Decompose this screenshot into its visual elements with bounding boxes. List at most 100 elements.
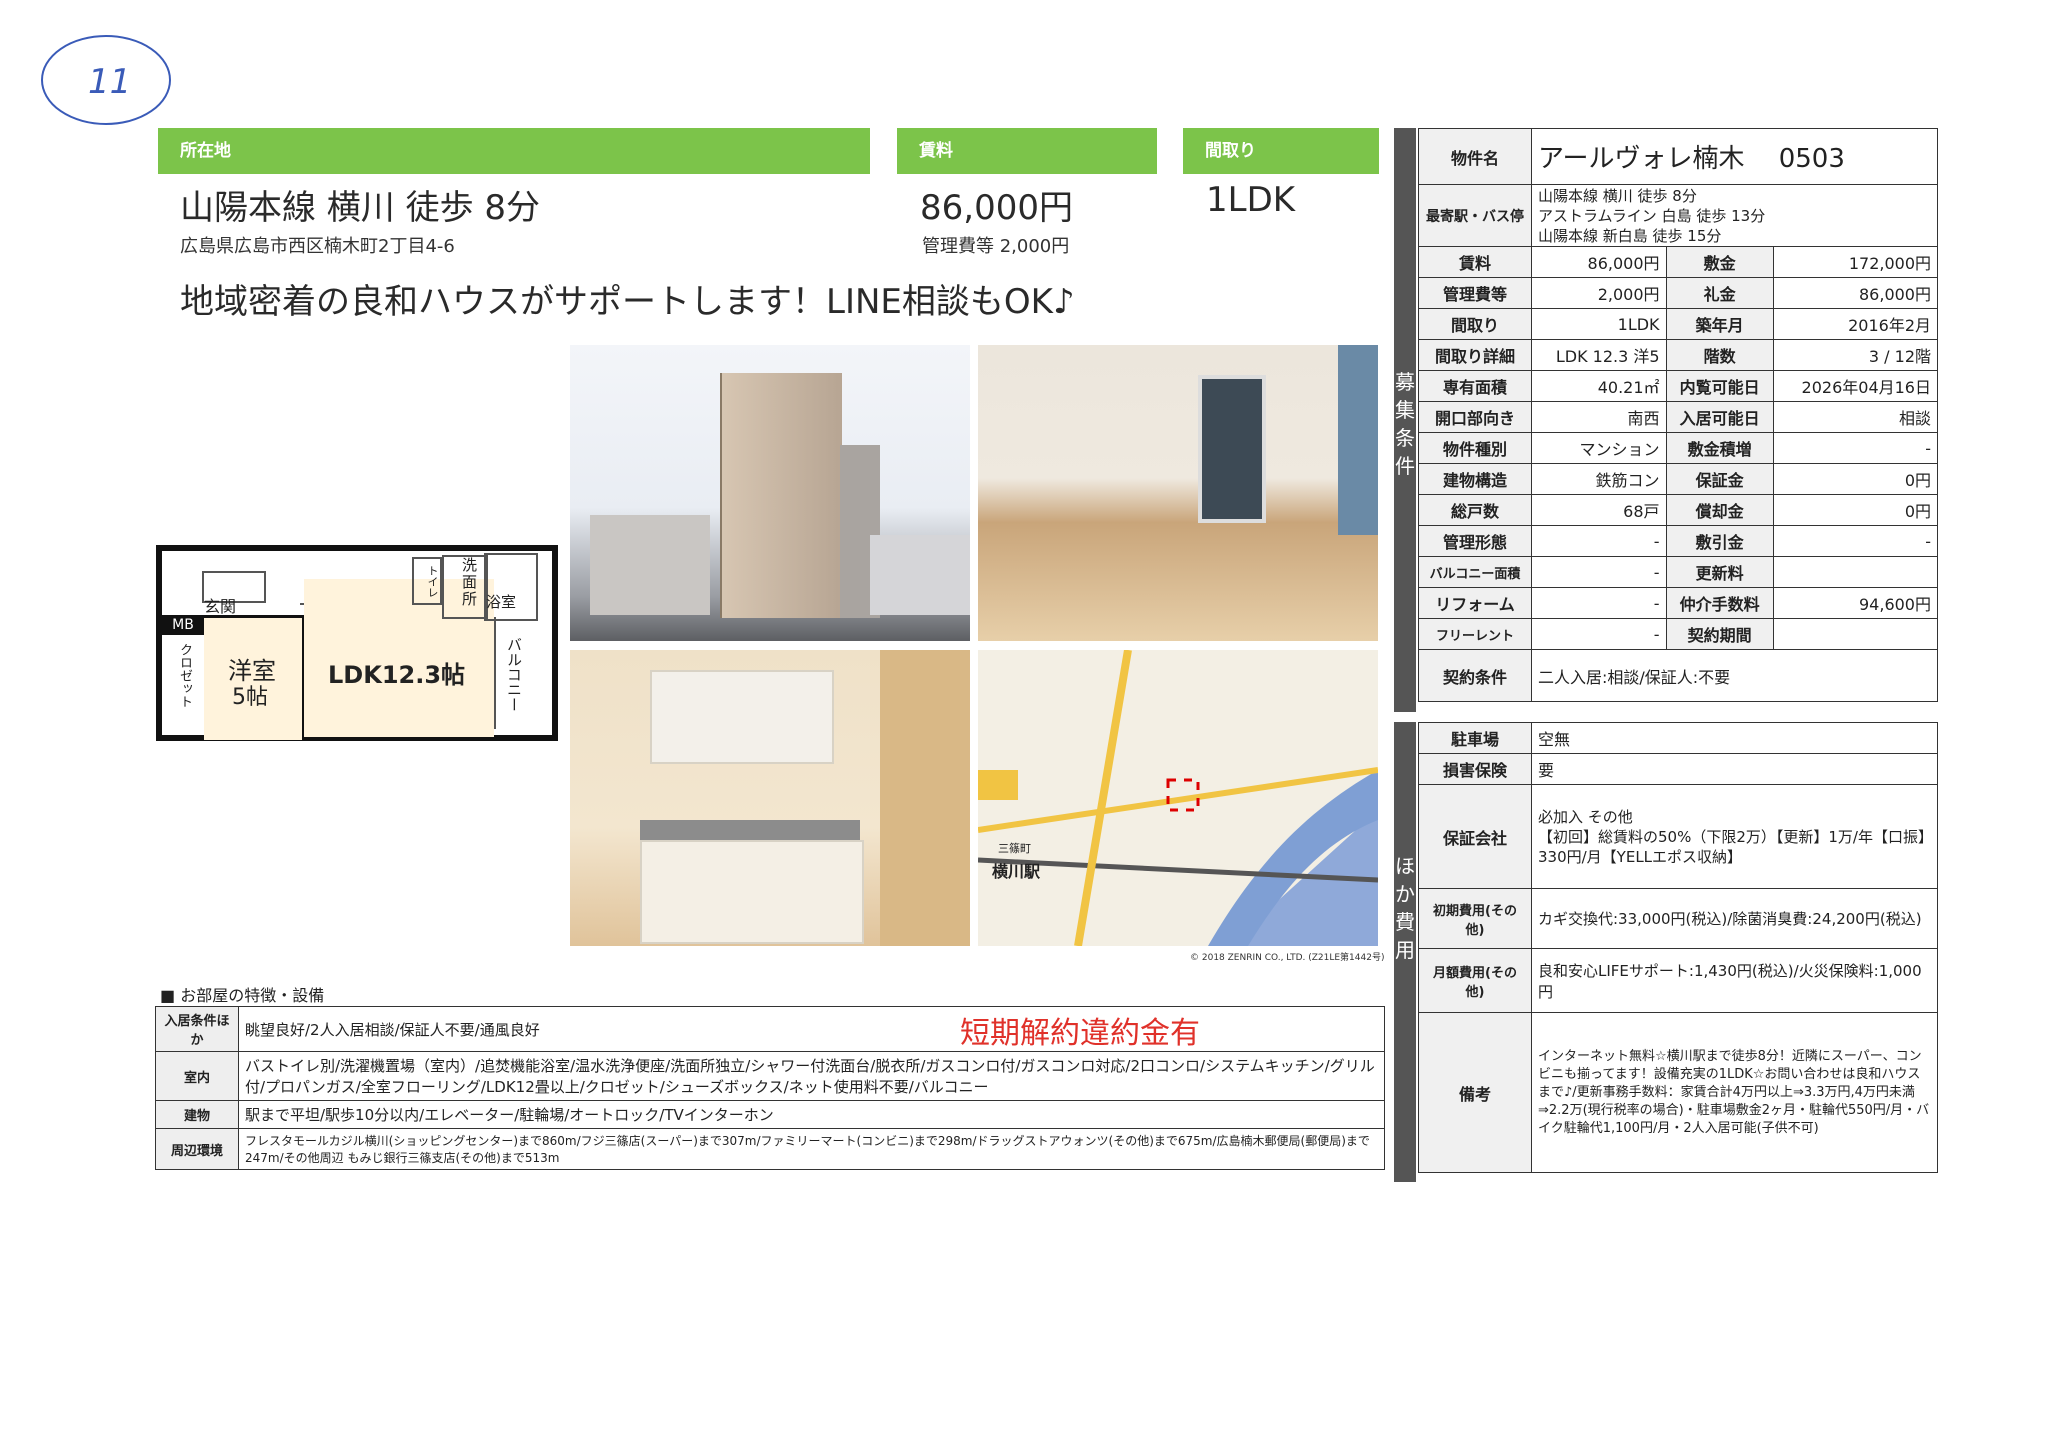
spec-value: 鉄筋コン [1531, 463, 1667, 495]
spec-label: バルコニー面積 [1418, 556, 1532, 588]
spec-value: - [1531, 525, 1667, 557]
spec-label: 階数 [1665, 339, 1774, 371]
spec-value: - [1531, 587, 1667, 619]
spec-row: 開口部向き 南西 入居可能日 相談 [1418, 401, 1939, 433]
spec-value [1772, 618, 1939, 650]
spec-label: 入居可能日 [1665, 401, 1774, 433]
sidebar-recruit: 募集条件 [1394, 128, 1416, 712]
room-photo [978, 345, 1378, 641]
window-shape [1198, 375, 1266, 523]
wash-label: 洗面所 [462, 556, 478, 608]
spec-row: 間取り 1LDK 築年月 2016年2月 [1418, 308, 1939, 340]
feature-label: 建物 [155, 1100, 239, 1129]
spec-row: バルコニー面積 - 更新料 [1418, 556, 1939, 588]
counter-top [640, 820, 860, 840]
spec-value: 2016年2月 [1772, 308, 1939, 340]
spec-label: リフォーム [1418, 587, 1532, 619]
spec-label: 専有面積 [1418, 370, 1532, 402]
building-photo [570, 345, 970, 641]
management-fee: 管理費等 2,000円 [922, 236, 1070, 257]
feature-row: 建物 駅まで平坦/駅歩10分以内/エレベーター/駐輪場/オートロック/TVインター… [155, 1100, 1385, 1129]
monthly-cost-label: 月額費用(その他) [1418, 948, 1532, 1013]
spec-value: 2026年04月16日 [1772, 370, 1939, 402]
kitchen-photo [570, 650, 970, 946]
spec-row: 管理形態 - 敷引金 - [1418, 525, 1939, 557]
spec-value: 南西 [1531, 401, 1667, 433]
door-shape [880, 650, 970, 946]
spec-label: 間取り [1418, 308, 1532, 340]
map-copyright: © 2018 ZENRIN CO., LTD. (Z21LE第1442号) [1190, 953, 1385, 963]
area-map: 横川駅 三篠町 [978, 650, 1378, 946]
building-shape [720, 373, 842, 618]
initial-cost-value: カギ交換代:33,000円(税込)/除菌消臭費:24,200円(税込) [1531, 888, 1938, 949]
spec-label: 内覧可能日 [1665, 370, 1774, 402]
spec-value: 2,000円 [1531, 277, 1667, 309]
layout-value: 1LDK [1206, 180, 1296, 220]
spec-value: 3 / 12階 [1772, 339, 1939, 371]
room2-label: LDK12.3帖 [328, 661, 466, 689]
remarks-value: インターネット無料☆横川駅まで徒歩8分！近隣にスーパー、コンビニも揃ってます！設… [1531, 1012, 1938, 1173]
sidebar-other: ほか費用 [1394, 722, 1416, 1182]
rent-label: 賃料 [897, 128, 1157, 174]
spec-label: 物件種別 [1418, 432, 1532, 464]
rent-value: 86,000円 [920, 188, 1073, 228]
feature-value: 駅まで平坦/駅歩10分以内/エレベーター/駐輪場/オートロック/TVインターホン [238, 1100, 1385, 1129]
nearest-label: 最寄駅・バス停 [1418, 184, 1532, 247]
contract-value: 二人入居:相談/保証人:不要 [1531, 649, 1938, 702]
layout-label: 間取り [1183, 128, 1379, 174]
contract-label: 契約条件 [1418, 649, 1532, 702]
feature-row: 周辺環境 フレスタモールカジル横川(ショッピングセンター)まで860m/フジ三篠店… [155, 1128, 1385, 1170]
closet-label: クロゼット [177, 643, 192, 708]
spec-table: 物件名 アールヴォレ楠木 0503 最寄駅・バス停 山陽本線 横川 徒歩 8分 … [1418, 128, 1939, 702]
sidebar-recruit-label: 募集条件 [1395, 370, 1415, 478]
spec-value: 86,000円 [1531, 246, 1667, 278]
entrance-label: 玄関 [204, 597, 237, 616]
feature-value: バストイレ別/洗濯機置場（室内）/追焚機能浴室/温水洗浄便座/洗面所独立/シャワ… [238, 1051, 1385, 1101]
feature-value: フレスタモールカジル横川(ショッピングセンター)まで860m/フジ三篠店(スーパ… [238, 1128, 1385, 1170]
spec-row: 専有面積 40.21㎡ 内覧可能日 2026年04月16日 [1418, 370, 1939, 402]
nearest-item: 山陽本線 新白島 徒歩 15分 [1538, 226, 1722, 245]
spec-value: マンション [1531, 432, 1667, 464]
spec-row: 間取り詳細 LDK 12.3 洋5 階数 3 / 12階 [1418, 339, 1939, 371]
spec-row: 物件種別 マンション 敷金積増 - [1418, 432, 1939, 464]
spec-value: 94,600円 [1772, 587, 1939, 619]
remarks-label: 備考 [1418, 1012, 1532, 1173]
toilet-label: トイレ [412, 557, 442, 605]
spec-value: 0円 [1772, 463, 1939, 495]
sidebar-other-label: ほか費用 [1395, 854, 1415, 962]
feature-label: 周辺環境 [155, 1128, 239, 1170]
spec-value: 86,000円 [1772, 277, 1939, 309]
monthly-cost-value: 良和安心LIFEサポート:1,430円(税込)/火災保険料:1,000円 [1531, 948, 1938, 1013]
spec-label: 敷金積増 [1665, 432, 1774, 464]
feature-label: 室内 [155, 1051, 239, 1101]
map-station-label: 横川駅 [992, 862, 1041, 881]
floorplan: 玄関 MB クロゼット 洋室 5帖 LDK12.3帖 トイレ 洗面所 浴室 バル… [156, 545, 558, 741]
bath-label: 浴室 [486, 593, 517, 611]
nearest-item: 山陽本線 横川 徒歩 8分 [1538, 186, 1697, 205]
spec-row: フリーレント - 契約期間 [1418, 618, 1939, 650]
address: 広島県広島市西区楠木町2丁目4-6 [180, 236, 455, 257]
parking-value: 空無 [1531, 722, 1938, 754]
guarantor-label: 保証会社 [1418, 784, 1532, 889]
spec-value: 68戸 [1531, 494, 1667, 526]
property-name-label: 物件名 [1418, 128, 1532, 185]
spec-value: LDK 12.3 洋5 [1531, 339, 1667, 371]
insurance-value: 要 [1531, 753, 1938, 785]
spec-label: 償却金 [1665, 494, 1774, 526]
cabinet-lower [640, 840, 864, 944]
spec-label: 間取り詳細 [1418, 339, 1532, 371]
spec-label: 仲介手数料 [1665, 587, 1774, 619]
spec-row: リフォーム - 仲介手数料 94,600円 [1418, 587, 1939, 619]
property-name: アールヴォレ楠木 0503 [1531, 128, 1938, 185]
spec-value: 172,000円 [1772, 246, 1939, 278]
spec-label: 築年月 [1665, 308, 1774, 340]
spec-label: 敷引金 [1665, 525, 1774, 557]
spec-label: 契約期間 [1665, 618, 1774, 650]
spec-value: - [1772, 432, 1939, 464]
spec-label: 開口部向き [1418, 401, 1532, 433]
spec-value: 0円 [1772, 494, 1939, 526]
spec-label: 建物構造 [1418, 463, 1532, 495]
spec-value: 40.21㎡ [1531, 370, 1667, 402]
side-window [1338, 345, 1378, 535]
location-label: 所在地 [158, 128, 870, 174]
